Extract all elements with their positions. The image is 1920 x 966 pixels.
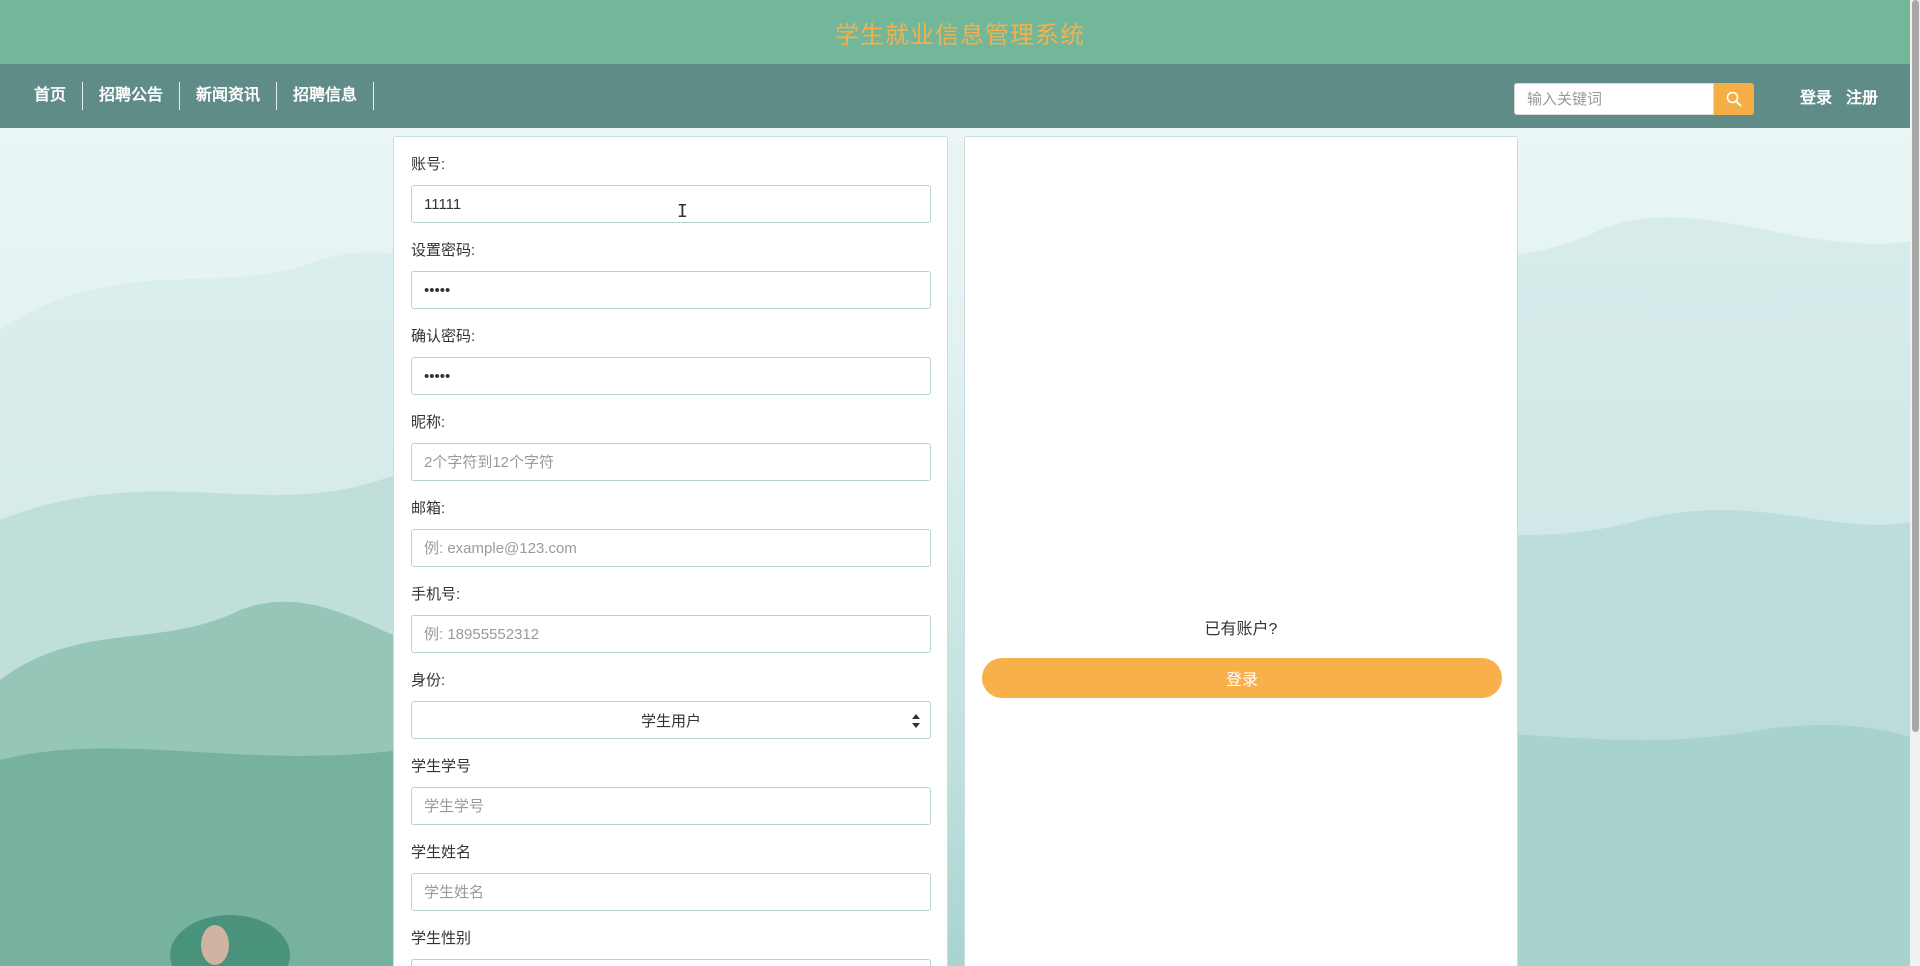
role-selected-value: 学生用户 <box>640 712 701 730</box>
student-name-field: 学生姓名 <box>411 842 931 911</box>
search-button[interactable] <box>1714 83 1754 115</box>
login-button[interactable]: 登录 <box>982 658 1502 698</box>
role-label: 身份: <box>411 672 446 689</box>
nav-link-job-info[interactable]: 招聘信息 <box>277 82 375 110</box>
phone-input[interactable] <box>411 615 931 653</box>
student-gender-label: 学生性别 <box>411 930 472 947</box>
student-name-input[interactable] <box>411 873 931 911</box>
student-name-label: 学生姓名 <box>411 844 472 861</box>
nickname-label: 昵称: <box>411 414 446 431</box>
phone-field: 手机号: <box>411 584 931 653</box>
student-gender-input[interactable] <box>411 959 931 966</box>
account-input[interactable] <box>411 185 931 223</box>
search-box <box>1514 83 1754 115</box>
confirm-password-input[interactable] <box>411 357 931 395</box>
confirm-password-label: 确认密码: <box>411 328 476 345</box>
nav-link-home[interactable]: 首页 <box>18 82 84 110</box>
has-account-text: 已有账户? <box>1204 621 1278 638</box>
student-id-label: 学生学号 <box>411 758 472 775</box>
email-label: 邮箱: <box>411 500 446 517</box>
nickname-field: 昵称: <box>411 412 931 481</box>
site-title: 学生就业信息管理系统 <box>835 21 1085 49</box>
confirm-password-field: 确认密码: <box>411 326 931 395</box>
email-input[interactable] <box>411 529 931 567</box>
nav-links: 首页 招聘公告 新闻资讯 招聘信息 <box>18 64 375 128</box>
role-select[interactable]: 学生用户 <box>411 701 931 739</box>
nickname-input[interactable] <box>411 443 931 481</box>
nav-link-recruitment-notice[interactable]: 招聘公告 <box>83 82 181 110</box>
student-id-field: 学生学号 <box>411 756 931 825</box>
text-cursor-icon: I <box>677 201 688 222</box>
password-field: 设置密码: <box>411 240 931 309</box>
register-link[interactable]: 注册 <box>1846 84 1878 108</box>
email-field: 邮箱: <box>411 498 931 567</box>
search-icon <box>1726 91 1742 107</box>
title-bar: 学生就业信息管理系统 <box>0 0 1920 64</box>
register-form-panel: 账号: 设置密码: 确认密码: 昵称: 邮箱: 手机号: 身份: 学生用户 学生… <box>393 136 948 966</box>
password-label: 设置密码: <box>411 242 476 259</box>
phone-label: 手机号: <box>411 586 461 603</box>
search-input[interactable] <box>1514 83 1714 115</box>
select-caret-icon <box>912 714 920 728</box>
role-field: 身份: 学生用户 <box>411 670 931 739</box>
auth-links: 登录 注册 <box>1800 64 1892 128</box>
password-input[interactable] <box>411 271 931 309</box>
account-field: 账号: <box>411 154 931 223</box>
login-link[interactable]: 登录 <box>1800 84 1832 108</box>
login-side-panel: 已有账户? 登录 <box>964 136 1518 966</box>
account-label: 账号: <box>411 156 446 173</box>
scrollbar-thumb[interactable] <box>1912 0 1919 732</box>
nav-link-news[interactable]: 新闻资讯 <box>180 82 278 110</box>
background-landscape <box>0 0 1920 966</box>
student-gender-field: 学生性别 <box>411 928 931 966</box>
student-id-input[interactable] <box>411 787 931 825</box>
